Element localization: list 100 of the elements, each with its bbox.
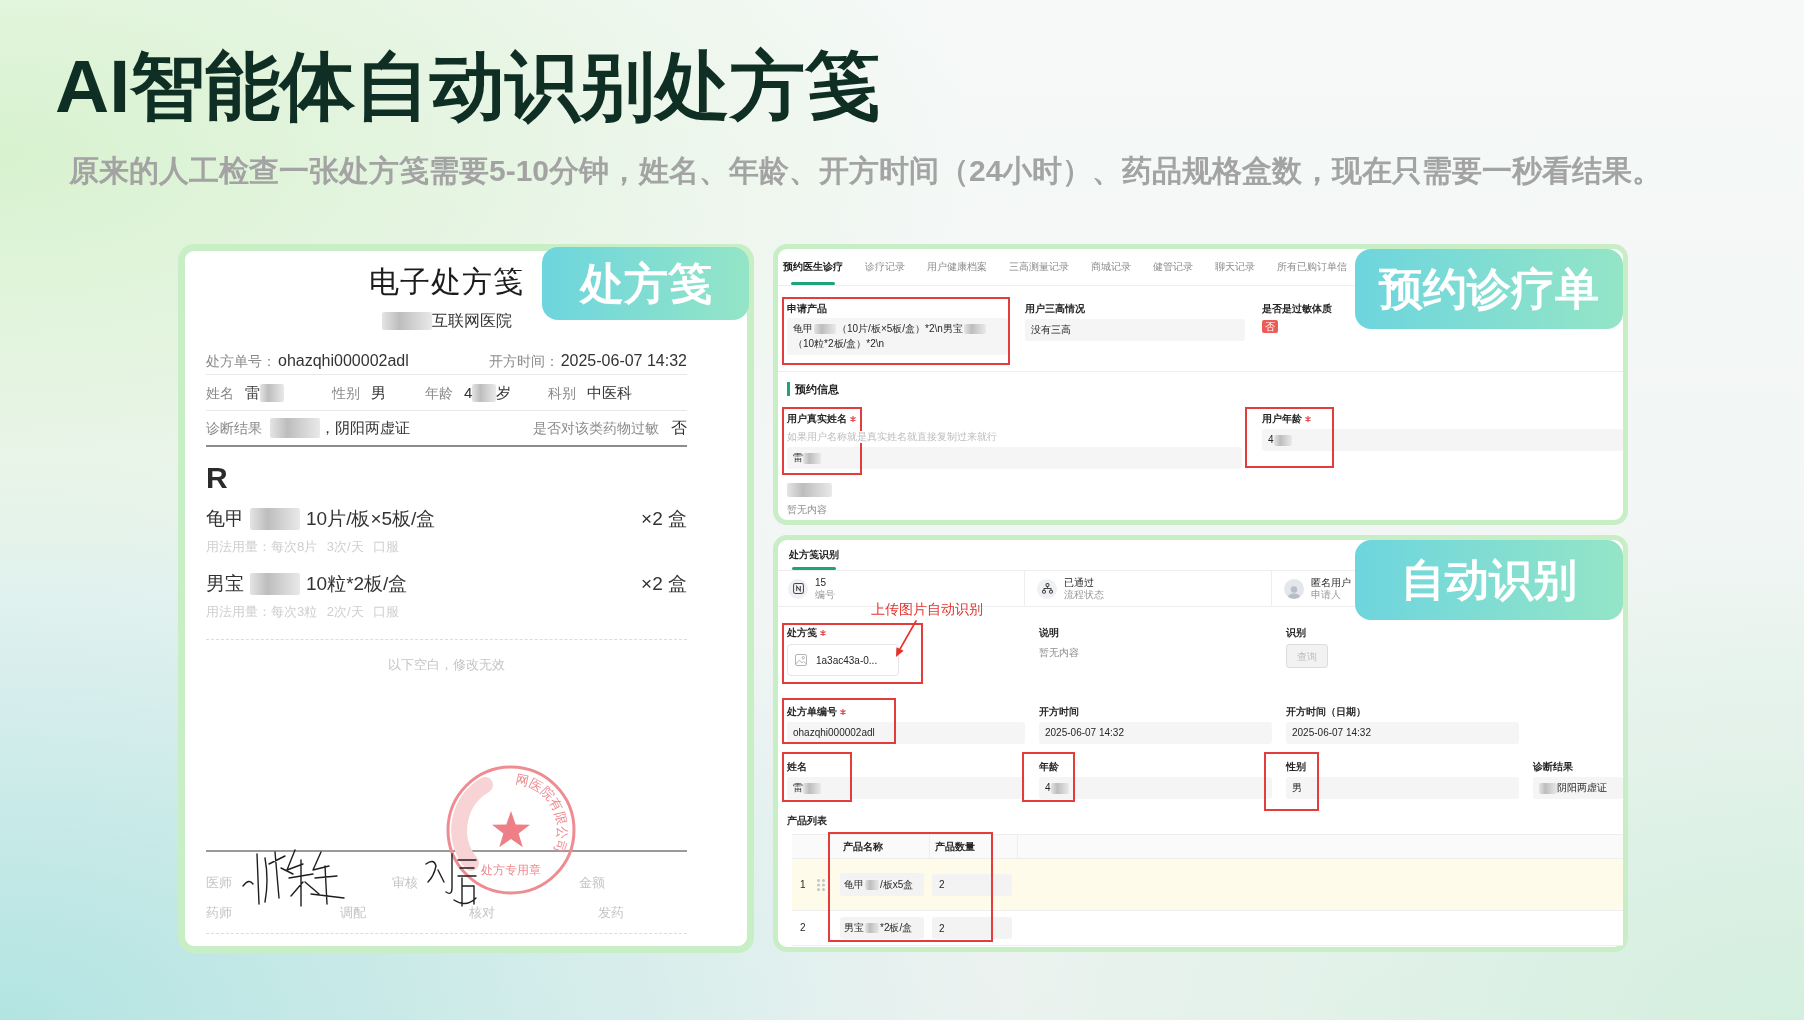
redaction-block xyxy=(865,879,879,890)
input-field[interactable]: 4 xyxy=(1039,777,1272,799)
file-chip[interactable]: 1a3ac43a-0... xyxy=(787,644,899,676)
tab[interactable]: 健管记录 xyxy=(1153,249,1193,285)
table-input-field[interactable]: 2 xyxy=(932,917,1012,939)
field-value: ohazqhi000002adl xyxy=(278,350,409,371)
field-value: 岁 xyxy=(496,382,512,403)
redaction-block xyxy=(803,782,821,794)
field-label: 识别 xyxy=(1286,627,1306,639)
signature-label: 药师 xyxy=(206,904,233,922)
redaction-block xyxy=(1539,782,1557,794)
field-label: 申请产品 xyxy=(787,303,827,315)
field-label: 说明 xyxy=(1039,627,1059,639)
avatar-icon xyxy=(1284,578,1304,599)
field-label: 开方时间 xyxy=(1039,706,1079,718)
field-label: 用户三高情况 xyxy=(1025,303,1085,315)
annotation-text: 上传图片自动识别 xyxy=(871,600,983,618)
field-label: 性别 xyxy=(332,383,360,402)
input-field[interactable]: 雷 xyxy=(787,447,1242,469)
field-label: 处方单号： xyxy=(206,351,276,370)
redaction-block xyxy=(963,324,986,335)
annotation-arrow xyxy=(893,619,918,659)
drug-quantity: ×2 盒 xyxy=(641,507,687,531)
input-field[interactable]: 雷 xyxy=(787,777,1025,799)
section-badge: 自动识别 xyxy=(1355,540,1623,620)
field-label: 用户真实姓名 xyxy=(787,413,847,425)
drug-name: 10片/板×5板/盒 xyxy=(306,507,436,531)
tab[interactable]: 商城记录 xyxy=(1091,249,1131,285)
empty-note: 暂无内容 xyxy=(1039,647,1079,659)
tab[interactable]: 用户健康档案 xyxy=(927,249,987,285)
field-label: 诊断结果 xyxy=(206,419,262,437)
redaction-block xyxy=(814,324,836,335)
tab[interactable]: 诊疗记录 xyxy=(865,249,905,285)
number-box-icon xyxy=(788,578,808,599)
field-value: 雷 xyxy=(245,382,260,403)
tab[interactable]: 所有已购订单信 xyxy=(1277,249,1347,285)
section-title: 预约信息 xyxy=(795,382,839,396)
field-label: 姓名 xyxy=(787,761,807,773)
field-label: 年龄 xyxy=(1039,761,1059,773)
row-index: 2 xyxy=(800,922,806,934)
input-field[interactable]: 4 xyxy=(1262,429,1623,451)
input-field[interactable]: 没有三高 xyxy=(1025,319,1245,341)
tab[interactable]: 处方笺识别 xyxy=(789,540,839,570)
field-label: 是否对该类药物过敏 xyxy=(533,419,659,437)
field-value: 否 xyxy=(671,418,687,438)
tab[interactable]: 三高测量记录 xyxy=(1009,249,1069,285)
field-label: 姓名 xyxy=(206,383,234,402)
field-value: 2025-06-07 14:32 xyxy=(560,350,687,371)
textarea-field[interactable]: 龟甲 （10片/板×5板/盒）*2\n男宝 （10粒*2板/盒）*2\n xyxy=(787,318,1008,355)
network-icon xyxy=(1037,578,1057,599)
rx-symbol: R xyxy=(206,463,228,493)
hospital-name: 互联网医院 xyxy=(431,311,512,331)
signature-label: 核对 xyxy=(469,904,496,922)
table-row[interactable]: 1 龟甲 /板x5盒 2 xyxy=(792,859,1623,911)
input-field[interactable]: 2025-06-07 14:32 xyxy=(1039,722,1272,744)
summary-value: 已通过 xyxy=(1064,576,1095,589)
signature-label: 发药 xyxy=(598,904,625,922)
input-field[interactable]: 2025-06-07 14:32 xyxy=(1286,722,1519,744)
field-label: 诊断结果 xyxy=(1533,761,1573,773)
status-tag: 否 xyxy=(1262,320,1278,333)
redaction-block xyxy=(270,418,320,438)
table-input-field[interactable]: 龟甲 /板x5盒 xyxy=(840,873,924,896)
table-input-field[interactable]: 2 xyxy=(932,873,1012,896)
table-input-field[interactable]: 男宝 *2板/盒 xyxy=(840,916,924,940)
redaction-block xyxy=(787,483,832,497)
row-index: 1 xyxy=(800,878,806,891)
redaction-block xyxy=(803,452,821,464)
input-field[interactable]: ohazqhi000002adl xyxy=(787,722,1025,744)
summary-caption: 申请人 xyxy=(1311,588,1342,601)
drug-quantity: ×2 盒 xyxy=(641,572,687,596)
tab[interactable]: 聊天记录 xyxy=(1215,249,1255,285)
redaction-block xyxy=(260,383,284,402)
field-value: 男 xyxy=(371,382,386,403)
image-icon xyxy=(795,654,807,666)
column-header: 产品名称 xyxy=(843,840,883,853)
field-label: 处方笺 xyxy=(787,627,817,639)
seal-label: 处方专用章 xyxy=(481,863,541,877)
redaction-block xyxy=(250,573,300,595)
tab[interactable]: 预约医生诊疗 xyxy=(783,249,843,285)
section-marker-icon xyxy=(787,382,790,396)
redaction-block xyxy=(250,508,300,530)
slide-subtitle: 原来的人工检查一张处方笺需要5-10分钟，姓名、年龄、开方时间（24小时）、药品规格盒数，现在只需要一秒看结果。 xyxy=(69,153,1663,189)
field-label: 用户年龄 xyxy=(1262,413,1302,425)
field-label: 科别 xyxy=(548,383,576,402)
column-header: 产品数量 xyxy=(935,840,975,853)
drug-name: 龟甲 xyxy=(206,507,244,531)
document-heading: 电子处方笺 xyxy=(369,264,524,300)
drag-handle-icon[interactable] xyxy=(816,878,825,891)
input-field[interactable]: 男 xyxy=(1286,777,1519,799)
field-value: ，阴阳两虚证 xyxy=(320,418,410,438)
drug-name: 男宝 xyxy=(206,572,244,596)
field-label: 处方单编号 xyxy=(787,706,837,718)
signature-label: 审核 xyxy=(392,874,419,892)
input-field[interactable]: 阴阳两虚证 xyxy=(1533,777,1623,799)
redaction-block xyxy=(1273,434,1292,446)
summary-value: 匿名用户 xyxy=(1311,576,1351,589)
field-label: 是否是过敏体质 xyxy=(1262,303,1332,315)
redaction-block xyxy=(1050,782,1069,794)
field-value: 中医科 xyxy=(587,382,632,403)
signature-drawing xyxy=(424,852,478,908)
